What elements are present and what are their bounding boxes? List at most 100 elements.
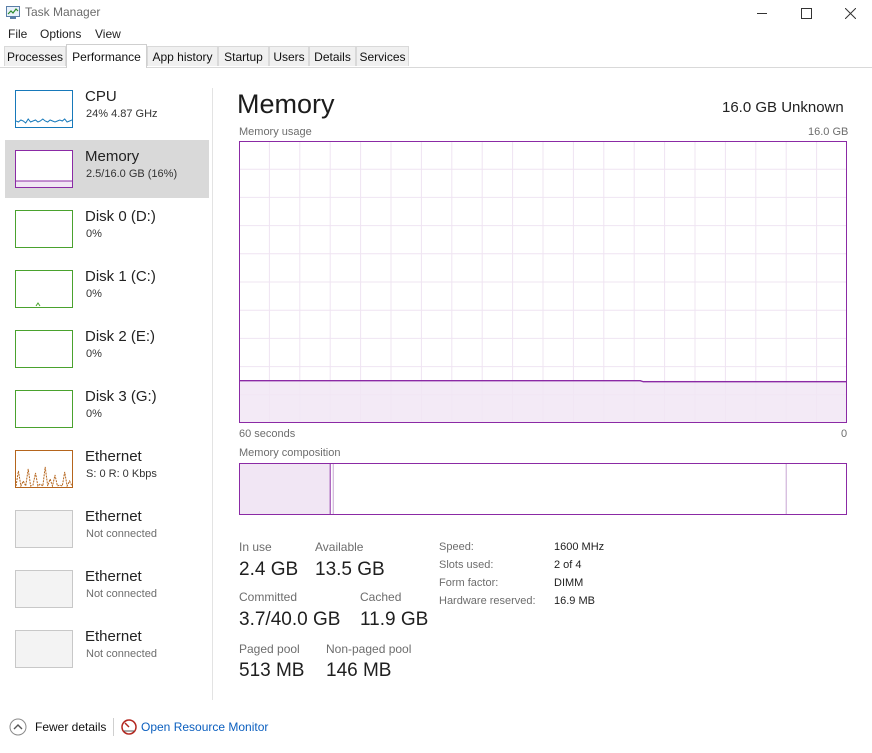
in-use-segment bbox=[239, 463, 331, 515]
sidebar-item-thumbnail bbox=[15, 150, 73, 188]
task-manager-app-icon bbox=[6, 6, 20, 19]
page-title: Memory bbox=[237, 89, 335, 119]
sidebar-item-subtitle: 2.5/16.0 GB (16%) bbox=[86, 168, 178, 180]
sidebar-item-title: Disk 0 (D:) bbox=[85, 208, 156, 225]
sidebar-item-thumbnail bbox=[15, 210, 73, 248]
sidebar-item-subtitle: Not connected bbox=[86, 648, 157, 660]
sidebar-item-title: Ethernet bbox=[85, 508, 142, 525]
menu-file[interactable]: File bbox=[8, 27, 27, 41]
sidebar-item-title: Ethernet bbox=[85, 568, 142, 585]
sidebar-sparkline bbox=[16, 211, 72, 247]
sidebar-item-ethernet-off[interactable]: Ethernet Not connected bbox=[5, 500, 209, 558]
sidebar-sparkline bbox=[16, 466, 72, 487]
speed-label: Speed: bbox=[439, 541, 474, 553]
sidebar-sparkline bbox=[35, 302, 41, 307]
sidebar-item-disk[interactable]: Disk 2 (E:) 0% bbox=[5, 320, 209, 378]
sidebar-item-thumbnail bbox=[15, 510, 73, 548]
committed-label: Committed bbox=[239, 590, 298, 604]
minimize-button[interactable] bbox=[740, 0, 784, 26]
sidebar-item-subtitle: 0% bbox=[86, 228, 102, 240]
tab-users[interactable]: Users bbox=[269, 46, 309, 66]
tab-processes[interactable]: Processes bbox=[4, 46, 66, 66]
sidebar-item-thumbnail bbox=[15, 450, 73, 488]
memory-composition-label: Memory composition bbox=[239, 447, 341, 459]
minimize-icon bbox=[756, 12, 767, 14]
sidebar-item-title: Ethernet bbox=[85, 448, 142, 465]
sidebar-item-title: Ethernet bbox=[85, 628, 142, 645]
close-button[interactable] bbox=[828, 0, 872, 26]
memory-usage-max: 16.0 GB bbox=[808, 126, 849, 138]
sidebar-item-subtitle: 24% 4.87 GHz bbox=[86, 108, 158, 120]
sidebar-sparkline bbox=[16, 571, 72, 607]
close-icon bbox=[844, 7, 856, 19]
sidebar-item-thumbnail bbox=[15, 330, 73, 368]
sidebar-sparkline bbox=[16, 511, 72, 547]
slots-used-value: 2 of 4 bbox=[554, 559, 582, 571]
tab-startup[interactable]: Startup bbox=[218, 46, 269, 66]
fewer-details-button[interactable]: Fewer details bbox=[35, 720, 106, 734]
fewer-details-icon[interactable] bbox=[9, 718, 27, 736]
tab-performance[interactable]: Performance bbox=[66, 44, 147, 68]
resource-monitor-icon[interactable] bbox=[121, 719, 137, 735]
sidebar-item-cpu[interactable]: CPU 24% 4.87 GHz bbox=[5, 80, 209, 138]
sidebar-item-subtitle: 0% bbox=[86, 288, 102, 300]
sidebar-item-subtitle: S: 0 R: 0 Kbps bbox=[86, 468, 157, 480]
sidebar-item-ethernet-off[interactable]: Ethernet Not connected bbox=[5, 560, 209, 618]
hardware-reserved-label: Hardware reserved: bbox=[439, 595, 536, 607]
memory-usage-graph bbox=[239, 141, 847, 423]
window-title: Task Manager bbox=[25, 5, 101, 19]
tab-app-history[interactable]: App history bbox=[147, 46, 218, 66]
open-resource-monitor-link[interactable]: Open Resource Monitor bbox=[141, 720, 268, 734]
in-use-label: In use bbox=[239, 540, 272, 554]
sidebar-item-title: Disk 1 (C:) bbox=[85, 268, 156, 285]
sidebar-item-title: Disk 3 (G:) bbox=[85, 388, 157, 405]
sidebar-item-ethernet[interactable]: Ethernet S: 0 R: 0 Kbps bbox=[5, 440, 209, 498]
time-axis-left-label: 60 seconds bbox=[239, 428, 296, 440]
sidebar-sparkline bbox=[16, 331, 72, 367]
tab-services[interactable]: Services bbox=[356, 46, 409, 66]
sidebar-item-subtitle: 0% bbox=[86, 348, 102, 360]
hardware-reserved-value: 16.9 MB bbox=[554, 595, 595, 607]
slots-used-label: Slots used: bbox=[439, 559, 494, 571]
sidebar-item-subtitle: Not connected bbox=[86, 528, 157, 540]
sidebar-item-disk[interactable]: Disk 3 (G:) 0% bbox=[5, 380, 209, 438]
sidebar-item-memory[interactable]: Memory 2.5/16.0 GB (16%) bbox=[5, 140, 209, 198]
cached-value: 11.9 GB bbox=[360, 609, 429, 630]
sidebar-item-disk[interactable]: Disk 1 (C:) 0% bbox=[5, 260, 209, 318]
usage-area bbox=[239, 380, 847, 423]
sidebar-item-disk[interactable]: Disk 0 (D:) 0% bbox=[5, 200, 209, 258]
memory-spec: 16.0 GB Unknown bbox=[722, 99, 844, 116]
form-factor-label: Form factor: bbox=[439, 577, 499, 589]
sidebar-item-title: Disk 2 (E:) bbox=[85, 328, 156, 345]
sidebar-item-thumbnail bbox=[15, 390, 73, 428]
sidebar-item-thumbnail bbox=[15, 570, 73, 608]
sidebar-sparkline bbox=[16, 118, 72, 124]
available-value: 13.5 GB bbox=[315, 559, 385, 580]
form-factor-value: DIMM bbox=[554, 577, 584, 589]
sidebar-item-ethernet-off[interactable]: Ethernet Not connected bbox=[5, 620, 209, 678]
in-use-value: 2.4 GB bbox=[239, 559, 299, 580]
sidebar-item-thumbnail bbox=[15, 270, 73, 308]
committed-value: 3.7/40.0 GB bbox=[239, 609, 341, 630]
sidebar-item-title: CPU bbox=[85, 88, 117, 105]
menu-options[interactable]: Options bbox=[40, 27, 81, 41]
memory-usage-label: Memory usage bbox=[239, 126, 312, 138]
sidebar-sparkline bbox=[16, 180, 72, 187]
memory-composition-bar bbox=[239, 463, 847, 515]
cached-label: Cached bbox=[360, 590, 402, 604]
sidebar-item-subtitle: Not connected bbox=[86, 588, 157, 600]
tab-details[interactable]: Details bbox=[309, 46, 356, 66]
maximize-button[interactable] bbox=[784, 0, 828, 26]
sidebar-item-title: Memory bbox=[85, 148, 140, 165]
available-label: Available bbox=[315, 540, 364, 554]
non-paged-pool-value: 146 MB bbox=[326, 660, 392, 681]
footer-separator bbox=[113, 718, 114, 736]
time-axis-right-label: 0 bbox=[841, 428, 848, 440]
sidebar-item-thumbnail bbox=[15, 90, 73, 128]
sidebar-divider bbox=[212, 88, 213, 700]
speed-value: 1600 MHz bbox=[554, 541, 605, 553]
maximize-icon bbox=[800, 7, 812, 19]
sidebar-item-thumbnail bbox=[15, 630, 73, 668]
sidebar-sparkline bbox=[16, 391, 72, 427]
menu-view[interactable]: View bbox=[95, 27, 121, 41]
